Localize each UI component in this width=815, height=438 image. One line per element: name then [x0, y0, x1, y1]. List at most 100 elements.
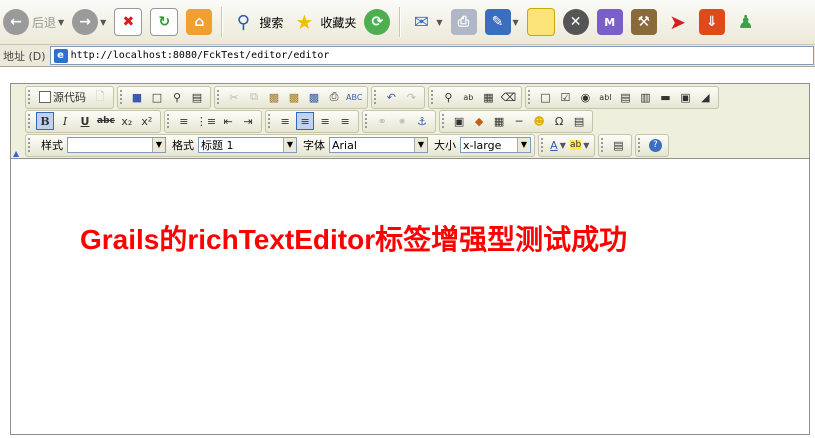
new-page-button[interactable]: □: [148, 88, 166, 106]
save-button[interactable]: ■: [128, 88, 146, 106]
chevron-down-icon[interactable]: ▼: [517, 138, 530, 152]
align-center-button[interactable]: ≡: [296, 112, 315, 130]
address-input[interactable]: e http://localhost:8080/FckTest/editor/e…: [49, 46, 814, 65]
anchor-button[interactable]: ⚓: [413, 112, 431, 130]
bold-button[interactable]: B: [36, 112, 54, 130]
image-button-button[interactable]: ▣: [676, 88, 694, 106]
addon-button-2[interactable]: ⚒: [628, 6, 660, 38]
print-button[interactable]: ⎙: [325, 88, 343, 106]
outdent-button[interactable]: ⇤: [219, 112, 237, 130]
preview-button[interactable]: ⚲: [168, 88, 186, 106]
close-addon-button[interactable]: ✕: [560, 6, 592, 38]
font-select[interactable]: Arial ▼: [329, 137, 428, 153]
style-select[interactable]: ▼: [67, 137, 166, 153]
button-field-button[interactable]: ▬: [656, 88, 674, 106]
show-blocks-button[interactable]: ▤: [609, 136, 627, 154]
addon-button-3[interactable]: ➤: [662, 6, 694, 38]
edit-button[interactable]: ✎ ▼: [482, 6, 522, 38]
subscript-button[interactable]: x₂: [118, 112, 136, 130]
checkbox-button[interactable]: ☑: [556, 88, 574, 106]
chevron-down-icon[interactable]: ▼: [58, 18, 64, 27]
table-button[interactable]: ▦: [490, 112, 508, 130]
remove-format-button[interactable]: ⌫: [499, 88, 517, 106]
history-button[interactable]: ⟳: [361, 6, 393, 38]
forward-button[interactable]: → ▼: [69, 6, 109, 38]
paste-text-button[interactable]: ▩: [285, 88, 303, 106]
redo-button[interactable]: ↷: [402, 88, 420, 106]
ordered-list-button[interactable]: ≡: [175, 112, 193, 130]
background-color-button[interactable]: ab ▼: [569, 136, 590, 154]
align-right-button[interactable]: ≡: [316, 112, 334, 130]
print-button[interactable]: ⎙: [448, 6, 480, 38]
indent-button[interactable]: ⇥: [239, 112, 257, 130]
select-field-icon: ▥: [640, 90, 651, 104]
smiley-button[interactable]: ☻: [530, 112, 548, 130]
users-icon: ♟: [737, 11, 754, 33]
stop-button[interactable]: ✖: [111, 6, 145, 38]
unordered-list-button[interactable]: ⋮≡: [195, 112, 217, 130]
chevron-down-icon[interactable]: ▼: [152, 138, 165, 152]
copy-icon: ⧉: [250, 90, 258, 103]
page-break-button[interactable]: ▤: [570, 112, 588, 130]
special-char-button[interactable]: Ω: [550, 112, 568, 130]
radio-button[interactable]: ◉: [576, 88, 594, 106]
mail-button[interactable]: ✉ ▼: [405, 6, 445, 38]
note-button[interactable]: [524, 6, 558, 38]
chevron-down-icon[interactable]: ▼: [283, 138, 296, 152]
editor-content-area[interactable]: Grails的richTextEditor标签增强型测试成功: [11, 159, 809, 434]
toolbar-separator: [399, 7, 402, 37]
superscript-button[interactable]: x²: [138, 112, 156, 130]
image-button[interactable]: ▣: [450, 112, 468, 130]
addon-button-1[interactable]: M: [594, 6, 626, 38]
addon-button-4[interactable]: ⇓: [696, 6, 728, 38]
copy-format-button[interactable]: 🗋: [91, 88, 109, 106]
underline-button[interactable]: U: [76, 112, 94, 130]
address-url[interactable]: http://localhost:8080/FckTest/editor/edi…: [71, 50, 330, 61]
spellcheck-button[interactable]: ABC: [345, 88, 363, 106]
link-button[interactable]: ⚭: [373, 112, 391, 130]
align-left-button[interactable]: ≡: [276, 112, 294, 130]
align-right-icon: ≡: [320, 114, 330, 128]
content-heading[interactable]: Grails的richTextEditor标签增强型测试成功: [80, 218, 627, 258]
chevron-down-icon[interactable]: ▼: [513, 18, 519, 27]
select-all-button[interactable]: ▦: [479, 88, 497, 106]
italic-button[interactable]: I: [56, 112, 74, 130]
replace-button[interactable]: ab: [459, 88, 477, 106]
copy-button[interactable]: ⧉: [245, 88, 263, 106]
textarea-button[interactable]: ▤: [616, 88, 634, 106]
form-button[interactable]: □: [536, 88, 554, 106]
back-button[interactable]: ← 后退 ▼: [0, 6, 67, 38]
document-properties-icon: 🗋: [95, 89, 105, 103]
horizontal-rule-button[interactable]: ─: [510, 112, 528, 130]
size-select[interactable]: x-large ▼: [460, 137, 531, 153]
search-button[interactable]: ⚲ 搜索: [227, 6, 286, 38]
chevron-down-icon[interactable]: ▼: [436, 18, 442, 27]
align-justify-button[interactable]: ≡: [336, 112, 354, 130]
collapse-toolbar-icon[interactable]: ▲: [13, 149, 19, 158]
strikethrough-button[interactable]: abc: [96, 112, 116, 130]
toolbar-group-document: 源代码 🗋: [25, 85, 114, 109]
textfield-button[interactable]: abl: [596, 88, 614, 106]
templates-button[interactable]: ▤: [188, 88, 206, 106]
addon-button-5[interactable]: ♟: [730, 6, 762, 38]
select-field-button[interactable]: ▥: [636, 88, 654, 106]
about-button[interactable]: ?: [646, 136, 664, 154]
paste-word-icon: ▩: [308, 90, 320, 104]
favorites-button[interactable]: ★ 收藏夹: [288, 6, 359, 38]
text-color-button[interactable]: A ▼: [549, 136, 567, 154]
unlink-button[interactable]: ⁕: [393, 112, 411, 130]
format-select[interactable]: 标题 1 ▼: [198, 137, 297, 153]
paste-button[interactable]: ▩: [265, 88, 283, 106]
back-label: 后退: [32, 15, 57, 30]
refresh-button[interactable]: ↻: [147, 6, 181, 38]
home-button[interactable]: ⌂: [183, 6, 215, 38]
find-button[interactable]: ⚲: [439, 88, 457, 106]
source-button[interactable]: 源代码: [36, 88, 89, 106]
paste-word-button[interactable]: ▩: [305, 88, 323, 106]
chevron-down-icon[interactable]: ▼: [414, 138, 427, 152]
chevron-down-icon[interactable]: ▼: [100, 18, 106, 27]
cut-button[interactable]: ✂: [225, 88, 243, 106]
undo-button[interactable]: ↶: [382, 88, 400, 106]
flash-button[interactable]: ◆: [470, 112, 488, 130]
hidden-field-button[interactable]: ◢: [696, 88, 714, 106]
